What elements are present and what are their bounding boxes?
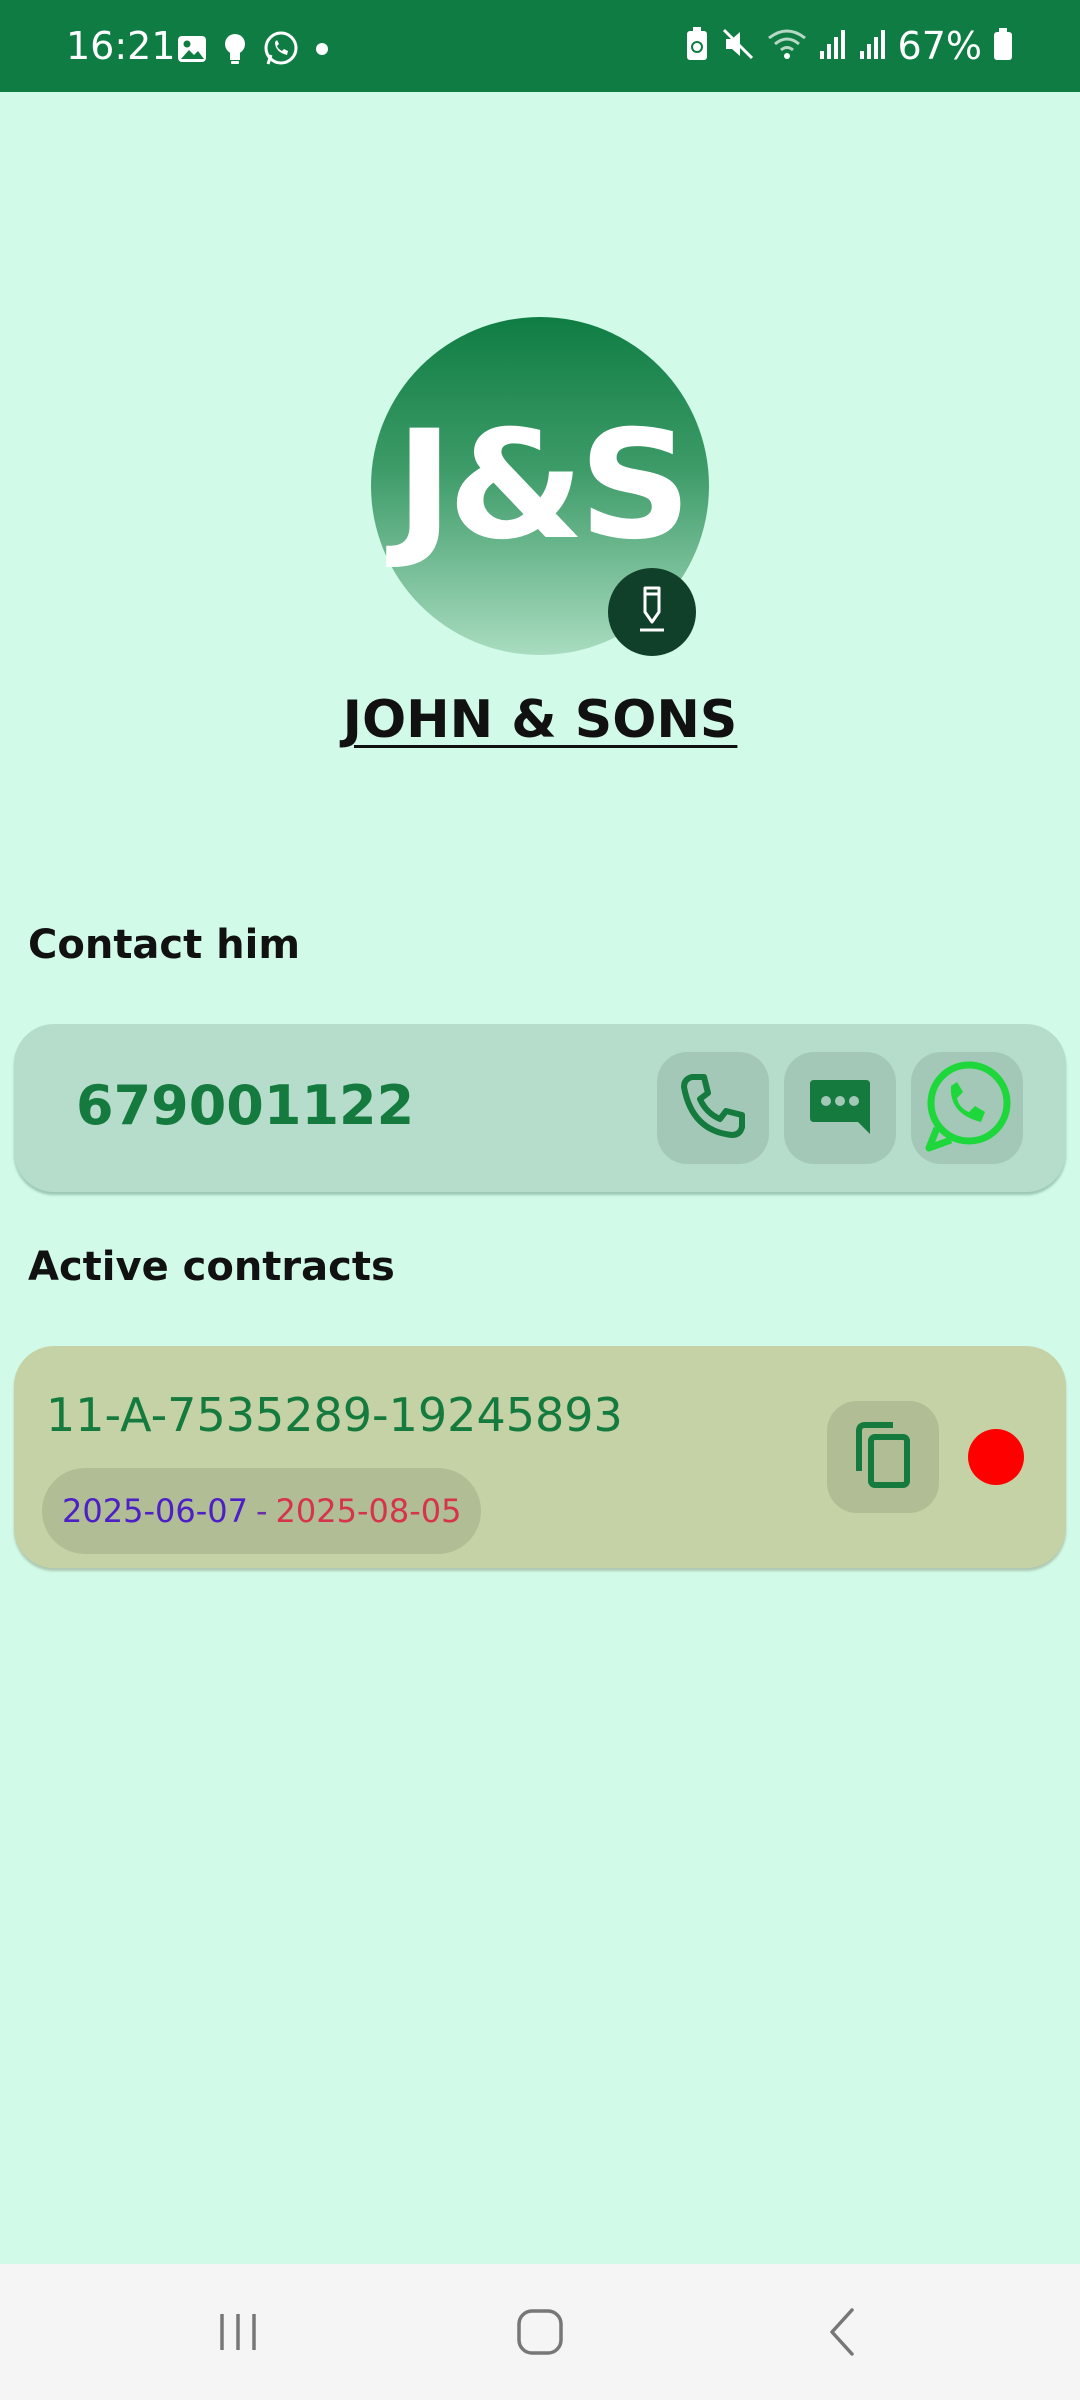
home-button[interactable] [500, 2294, 580, 2374]
status-right-icons: 67% [684, 24, 1014, 68]
contract-status-indicator [968, 1429, 1024, 1485]
company-name-text: JOHN & SONS [342, 690, 738, 750]
mute-icon [720, 26, 756, 66]
signal-icon [818, 27, 848, 65]
message-icon [808, 1076, 872, 1140]
copy-icon [853, 1421, 913, 1493]
contracts-heading: Active contracts [28, 1244, 395, 1290]
edit-avatar-button[interactable] [608, 568, 696, 656]
whatsapp-button[interactable] [911, 1052, 1023, 1164]
phone-icon [678, 1071, 748, 1145]
status-time: 16:21 [66, 24, 176, 68]
avatar-initials: J&S [394, 399, 692, 573]
phone-number: 679001122 [76, 1074, 415, 1137]
battery-percent: 67% [897, 24, 982, 68]
wifi-icon [766, 26, 808, 66]
contact-heading: Contact him [28, 922, 301, 968]
contact-card: 679001122 [14, 1024, 1066, 1192]
signal-icon [858, 27, 888, 65]
recent-apps-icon [214, 2308, 262, 2360]
whatsapp-icon [919, 1058, 1015, 1158]
contract-dates: 2025-06-07 - 2025-08-05 [42, 1468, 482, 1554]
contract-card[interactable]: 11-A-7535289-19245893 2025-06-07 - 2025-… [14, 1346, 1066, 1568]
contract-end-date: 2025-08-05 [275, 1492, 462, 1530]
contract-start-date: 2025-06-07 [62, 1492, 248, 1530]
home-icon [514, 2306, 566, 2362]
pencil-icon [632, 584, 672, 640]
bulb-icon [222, 32, 248, 70]
copy-contract-button[interactable] [827, 1401, 939, 1513]
status-bar: 16:21 67% [0, 0, 1080, 92]
battery-saver-icon [684, 26, 710, 66]
company-name: JOHN & SONS [0, 690, 1080, 750]
battery-icon [992, 26, 1014, 66]
back-button[interactable] [802, 2294, 882, 2374]
back-icon [818, 2306, 866, 2362]
contract-id: 11-A-7535289-19245893 [46, 1388, 623, 1442]
date-separator: - [255, 1492, 268, 1530]
recent-apps-button[interactable] [198, 2294, 278, 2374]
sms-button[interactable] [784, 1052, 896, 1164]
navigation-bar [0, 2264, 1080, 2400]
status-left-icons [176, 30, 330, 72]
whatsapp-icon [262, 30, 300, 72]
gallery-icon [176, 33, 208, 69]
dot-icon [314, 41, 330, 61]
call-button[interactable] [657, 1052, 769, 1164]
